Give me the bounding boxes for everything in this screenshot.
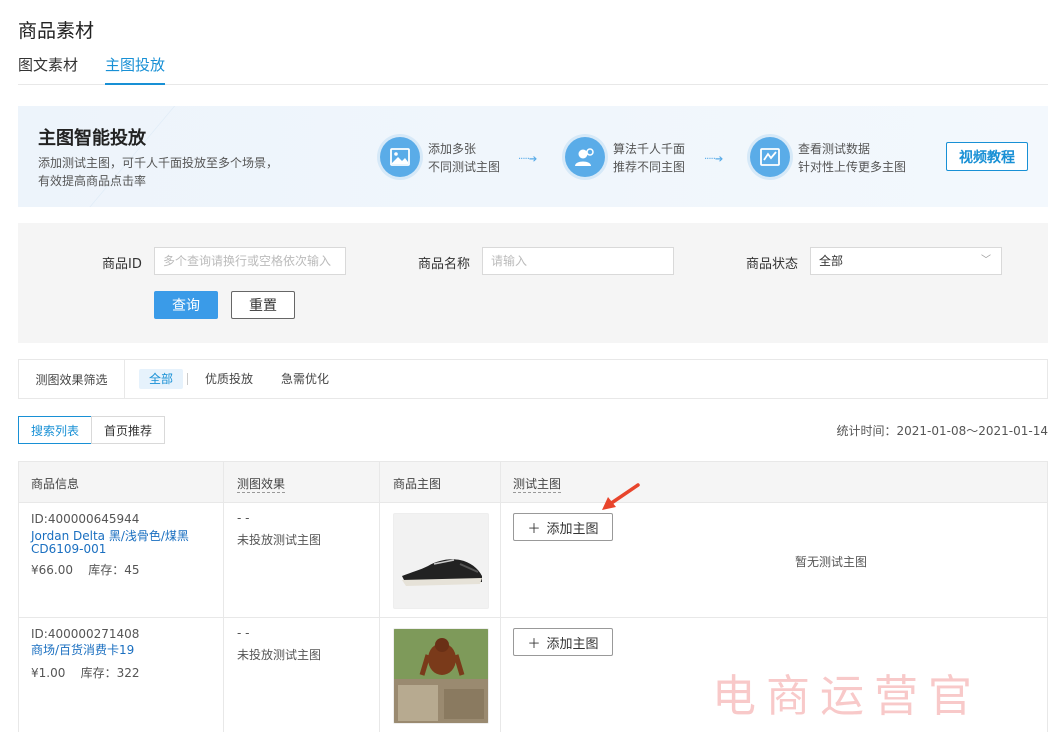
product-name-label: 商品名称: [418, 257, 471, 272]
chevron-down-icon: ﹀: [981, 255, 991, 266]
video-tutorial-button[interactable]: 视频教程: [946, 142, 1028, 171]
reset-button[interactable]: 重置: [231, 291, 295, 319]
effect-option-all[interactable]: 全部: [139, 369, 184, 389]
step-3-line2: 针对性上传更多主图: [798, 160, 907, 174]
effect-status: 未投放测试主图: [237, 648, 322, 662]
product-status-select[interactable]: 全部 ﹀: [810, 247, 1002, 275]
trend-chart-icon: [750, 137, 790, 177]
no-test-image-text: 暂无测试主图: [795, 555, 868, 569]
product-stock: 库存：322: [80, 666, 140, 680]
product-id: ID:400000271408: [31, 627, 140, 641]
tab-main-image-delivery[interactable]: 主图投放: [105, 54, 166, 85]
tab-home-recommend[interactable]: 首页推荐: [91, 416, 165, 444]
product-price-stock: ¥66.00 库存：45: [31, 561, 140, 578]
product-price: ¥66.00: [31, 563, 73, 577]
step-2-line1: 算法千人千面: [613, 142, 686, 156]
product-price: ¥1.00: [31, 666, 66, 680]
tab-graphic-material[interactable]: 图文素材: [18, 54, 78, 85]
plus-icon: ＋: [527, 521, 541, 537]
effect-filter-label: 测图效果筛选: [19, 360, 125, 398]
product-stock: 库存：45: [88, 563, 140, 577]
product-id-input[interactable]: 多个查询请换行或空格依次输入: [154, 247, 346, 275]
tab-search-list[interactable]: 搜索列表: [18, 416, 92, 444]
step-3-line1: 查看测试数据: [798, 142, 871, 156]
product-name-link[interactable]: Jordan Delta 黑/浅骨色/煤黑 CD6109-001: [31, 530, 221, 556]
column-main-image: 商品主图: [393, 477, 442, 491]
image-icon: [380, 137, 420, 177]
column-divider: [379, 462, 380, 732]
watermark: 电商运营官: [712, 671, 982, 722]
banner-title: 主图智能投放: [38, 128, 146, 149]
step-arrow-icon: ·····➔: [704, 154, 723, 165]
effect-option-urgent[interactable]: 急需优化: [281, 369, 329, 389]
effect-filter-bar: 测图效果筛选 全部 优质投放 急需优化: [18, 359, 1048, 399]
step-1-line1: 添加多张: [428, 142, 477, 156]
add-main-image-button[interactable]: ＋ 添加主图: [513, 513, 613, 541]
product-name-input[interactable]: 请输入: [482, 247, 674, 275]
page-title: 商品素材: [18, 20, 95, 42]
step-1-line2: 不同测试主图: [428, 160, 501, 174]
annotation-arrow-icon: [602, 483, 640, 510]
table-header: 商品信息 测图效果 商品主图 测试主图: [19, 462, 1047, 503]
query-button[interactable]: 查询: [154, 291, 218, 319]
sneaker-image[interactable]: [393, 513, 489, 609]
stat-time: 统计时间：2021-01-08～2021-01-14: [836, 424, 1048, 438]
effect-dash: - -: [237, 511, 250, 525]
users-icon: [565, 137, 605, 177]
product-id: ID:400000645944: [31, 512, 140, 526]
add-main-image-button[interactable]: ＋ 添加主图: [513, 628, 613, 656]
column-product-info: 商品信息: [31, 477, 80, 491]
column-divider: [223, 462, 224, 732]
effect-status: 未投放测试主图: [237, 533, 322, 547]
main-tabs: 图文素材 主图投放: [18, 54, 1048, 85]
effect-dash: - -: [237, 626, 250, 640]
product-id-label: 商品ID: [102, 257, 142, 272]
row-divider: [19, 617, 1047, 618]
orangutan-image[interactable]: [393, 628, 489, 724]
add-main-image-label: 添加主图: [546, 636, 599, 652]
product-price-stock: ¥1.00 库存：322: [31, 664, 140, 681]
column-test-image: 测试主图: [513, 477, 562, 493]
intro-banner: 主图智能投放 添加测试主图，可千人千面投放至多个场景，有效提高商品点击率 添加多…: [18, 106, 1048, 207]
product-status-label: 商品状态: [746, 257, 799, 272]
add-main-image-label: 添加主图: [546, 521, 599, 537]
column-test-effect: 测图效果: [237, 477, 286, 493]
product-status-value: 全部: [819, 254, 844, 268]
chip-divider: [187, 373, 188, 385]
step-2-line2: 推荐不同主图: [613, 160, 686, 174]
banner-description: 添加测试主图，可千人千面投放至多个场景，有效提高商品点击率: [38, 156, 279, 188]
filter-panel: 商品ID 多个查询请换行或空格依次输入 商品名称 请输入 商品状态 全部 ﹀ 查…: [18, 223, 1048, 343]
column-divider: [500, 462, 501, 732]
step-arrow-icon: ·····➔: [518, 154, 537, 165]
plus-icon: ＋: [527, 636, 541, 652]
effect-option-quality[interactable]: 优质投放: [205, 369, 253, 389]
product-name-link[interactable]: 商场/百货消费卡19: [31, 644, 221, 657]
